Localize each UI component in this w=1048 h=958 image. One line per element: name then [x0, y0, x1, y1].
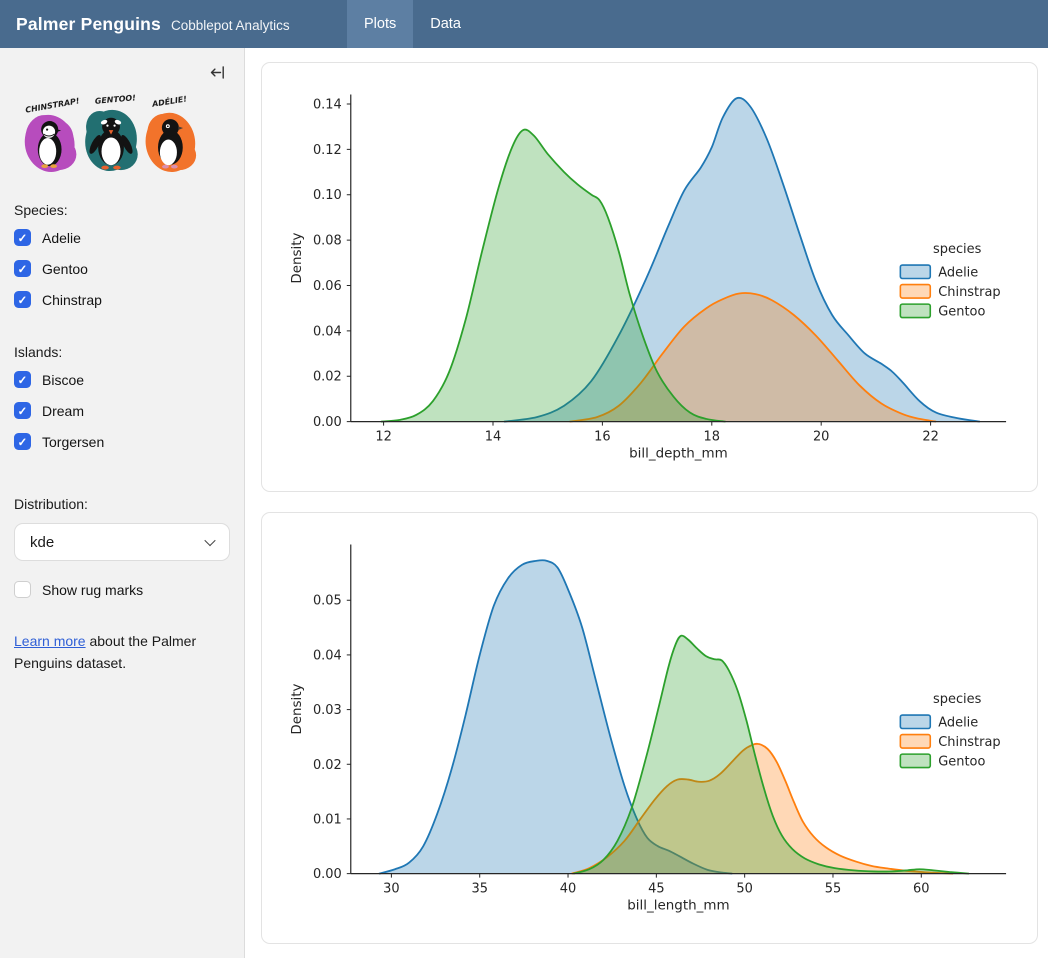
svg-text:species: species: [933, 242, 982, 257]
checkbox-label: Gentoo: [42, 261, 88, 277]
species-section-label: Species:: [14, 202, 230, 218]
svg-text:50: 50: [736, 882, 752, 897]
rug-marks-label: Show rug marks: [42, 582, 143, 598]
distribution-select[interactable]: kde: [14, 523, 230, 561]
svg-text:0.00: 0.00: [313, 415, 342, 430]
checked-checkbox[interactable]: ✓: [14, 260, 31, 277]
svg-text:Gentoo: Gentoo: [938, 305, 985, 320]
bill-depth-plot-card: 12 14 16 18 20 22 0.00 0.02 0.04 0.06 0.08 0.10 0.12…: [261, 62, 1038, 492]
checked-checkbox[interactable]: ✓: [14, 402, 31, 419]
app-brand: Palmer Penguins Cobblepot Analytics: [0, 14, 347, 35]
checked-checkbox[interactable]: ✓: [14, 371, 31, 388]
checked-checkbox[interactable]: ✓: [14, 433, 31, 450]
svg-text:0.01: 0.01: [313, 812, 342, 827]
svg-text:30: 30: [383, 882, 399, 897]
checkbox-label: Biscoe: [42, 372, 84, 388]
checkbox-row-adelie[interactable]: ✓ Adelie: [14, 229, 230, 246]
svg-text:0.02: 0.02: [313, 370, 342, 385]
svg-text:Density: Density: [290, 683, 305, 734]
species-checkbox-group: ✓ Adelie ✓ Gentoo ✓ Chinstrap: [14, 229, 230, 308]
svg-text:0.04: 0.04: [313, 324, 342, 339]
main-content: 12 14 16 18 20 22 0.00 0.02 0.04 0.06 0.08 0.10 0.12…: [245, 48, 1048, 958]
chinstrap-label: CHINSTRAP!: [25, 96, 81, 114]
checkbox-row-biscoe[interactable]: ✓ Biscoe: [14, 371, 230, 388]
adelie-label: ADÉLIE!: [150, 92, 188, 109]
nav-tabs: Plots Data: [347, 0, 478, 48]
svg-text:0.12: 0.12: [313, 143, 342, 158]
svg-text:0.10: 0.10: [313, 188, 342, 203]
checkbox-row-gentoo[interactable]: ✓ Gentoo: [14, 260, 230, 277]
svg-text:0.05: 0.05: [313, 594, 342, 609]
svg-text:22: 22: [922, 430, 938, 445]
svg-text:bill_length_mm: bill_length_mm: [627, 899, 729, 914]
tab-plots[interactable]: Plots: [347, 0, 413, 48]
svg-text:Adelie: Adelie: [938, 716, 978, 731]
islands-section-label: Islands:: [14, 344, 230, 360]
svg-text:0.00: 0.00: [313, 867, 342, 882]
svg-text:45: 45: [648, 882, 664, 897]
rug-marks-checkbox[interactable]: [14, 581, 31, 598]
svg-text:Chinstrap: Chinstrap: [938, 285, 1000, 300]
svg-text:bill_depth_mm: bill_depth_mm: [629, 447, 728, 462]
sidebar-collapse-icon[interactable]: [207, 62, 228, 83]
checkbox-label: Torgersen: [42, 434, 104, 450]
bill-depth-kde-chart: 12 14 16 18 20 22 0.00 0.02 0.04 0.06 0.08 0.10 0.12…: [262, 63, 1037, 491]
svg-text:0.08: 0.08: [313, 234, 342, 249]
sidebar: CHINSTRAP! GENTOO! ADÉLIE! Species: ✓ Ade…: [0, 48, 245, 958]
chinstrap-penguin: [38, 121, 62, 168]
navbar: Palmer Penguins Cobblepot Analytics Plot…: [0, 0, 1048, 48]
tab-data[interactable]: Data: [413, 0, 478, 48]
svg-text:0.04: 0.04: [313, 648, 342, 663]
kde-plot-svg: 30 35 40 45 50 55 60 0.00 0.01 0.02 0.03 0.04 0.05 bi…: [262, 513, 1037, 943]
svg-text:Density: Density: [290, 232, 305, 283]
kde-plot-svg: 12 14 16 18 20 22 0.00 0.02 0.04 0.06 0.08 0.10 0.12…: [262, 63, 1037, 491]
checked-checkbox[interactable]: ✓: [14, 229, 31, 246]
svg-text:12: 12: [375, 430, 391, 445]
svg-text:0.02: 0.02: [313, 758, 342, 773]
svg-text:14: 14: [485, 430, 501, 445]
svg-text:Adelie: Adelie: [938, 266, 978, 281]
learn-more-link[interactable]: Learn more: [14, 633, 86, 649]
distribution-label: Distribution:: [14, 496, 230, 512]
checked-checkbox[interactable]: ✓: [14, 291, 31, 308]
bill-length-kde-chart: 30 35 40 45 50 55 60 0.00 0.01 0.02 0.03 0.04 0.05 bi…: [262, 513, 1037, 943]
penguins-artwork: CHINSTRAP! GENTOO! ADÉLIE!: [14, 89, 230, 186]
svg-text:18: 18: [704, 430, 720, 445]
app-title: Palmer Penguins: [16, 14, 161, 35]
svg-text:0.03: 0.03: [313, 703, 342, 718]
page-body: CHINSTRAP! GENTOO! ADÉLIE! Species: ✓ Ade…: [0, 48, 1048, 958]
app-subtitle: Cobblepot Analytics: [171, 18, 290, 33]
checkbox-label: Chinstrap: [42, 292, 102, 308]
svg-text:Gentoo: Gentoo: [938, 755, 985, 770]
chevron-down-icon: [204, 535, 215, 546]
svg-text:Chinstrap: Chinstrap: [938, 735, 1000, 750]
learn-more-text: Learn more about the Palmer Penguins dat…: [14, 630, 226, 675]
svg-text:55: 55: [825, 882, 841, 897]
svg-text:16: 16: [594, 430, 610, 445]
rug-marks-checkbox-row[interactable]: Show rug marks: [14, 581, 230, 598]
checkbox-row-chinstrap[interactable]: ✓ Chinstrap: [14, 291, 230, 308]
islands-checkbox-group: ✓ Biscoe ✓ Dream ✓ Torgersen: [14, 371, 230, 450]
checkbox-row-torgersen[interactable]: ✓ Torgersen: [14, 433, 230, 450]
svg-text:35: 35: [471, 882, 487, 897]
gentoo-label: GENTOO!: [95, 93, 137, 106]
bill-length-plot-card: 30 35 40 45 50 55 60 0.00 0.01 0.02 0.03 0.04 0.05 bi…: [261, 512, 1038, 944]
svg-text:0.14: 0.14: [313, 97, 342, 112]
svg-text:species: species: [933, 692, 982, 707]
svg-text:0.06: 0.06: [313, 279, 342, 294]
distribution-selected-value: kde: [30, 534, 54, 551]
svg-text:60: 60: [913, 882, 929, 897]
svg-text:20: 20: [813, 430, 829, 445]
checkbox-label: Dream: [42, 403, 84, 419]
checkbox-label: Adelie: [42, 230, 81, 246]
checkbox-row-dream[interactable]: ✓ Dream: [14, 402, 230, 419]
svg-text:40: 40: [560, 882, 576, 897]
